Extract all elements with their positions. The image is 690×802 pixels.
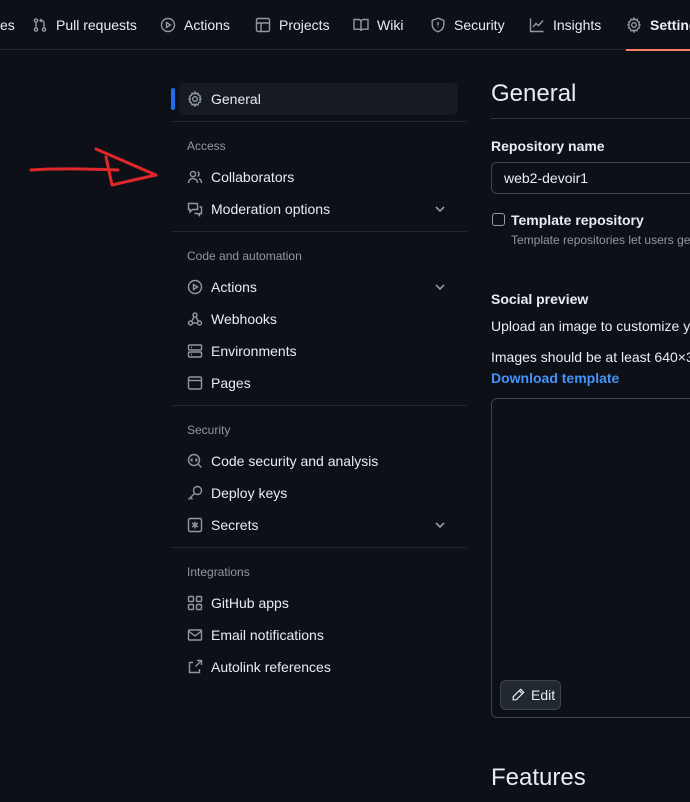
social-preview-label: Social preview: [491, 291, 589, 307]
sidebar-item-secrets[interactable]: Secrets: [179, 509, 458, 541]
page-title: General: [491, 80, 577, 107]
download-template-link[interactable]: Download template: [491, 370, 619, 386]
sidebar-item-environments[interactable]: Environments: [179, 335, 458, 367]
tab-label: Wiki: [377, 17, 404, 33]
sidebar-item-label: Deploy keys: [211, 485, 288, 501]
shield-icon: [431, 17, 445, 33]
git-pull-request-icon: [33, 18, 47, 32]
sidebar-item-label: Code security and analysis: [211, 453, 379, 469]
divider: [171, 121, 467, 122]
asterisk-icon: [187, 517, 203, 533]
tab-label: Actions: [184, 17, 230, 33]
group-title-access: Access: [187, 139, 226, 153]
sidebar-item-label: Collaborators: [211, 169, 295, 185]
sidebar-item-label: Pages: [211, 375, 251, 391]
sidebar-item-label: Autolink references: [211, 659, 331, 675]
sidebar-item-label: General: [211, 91, 261, 107]
tab-label: Projects: [279, 17, 330, 33]
template-repo-note: Template repositories let users gen: [511, 233, 690, 247]
edit-button[interactable]: Edit: [500, 680, 561, 710]
tab-truncated[interactable]: es: [0, 0, 15, 50]
sidebar-item-moderation[interactable]: Moderation options: [179, 193, 458, 225]
repo-name-input[interactable]: [491, 162, 690, 194]
group-title-integrations: Integrations: [187, 565, 250, 579]
sidebar-item-label: Webhooks: [211, 311, 277, 327]
sidebar-item-label: GitHub apps: [211, 595, 289, 611]
book-icon: [353, 18, 369, 32]
chevron-down-icon[interactable]: [434, 281, 446, 293]
comment-discussion-icon: [187, 202, 203, 217]
chevron-down-icon[interactable]: [434, 519, 446, 531]
key-icon: [188, 485, 203, 500]
codescan-icon: [187, 453, 202, 468]
divider: [491, 118, 690, 119]
repo-name-label: Repository name: [491, 138, 605, 154]
tab-wiki[interactable]: Wiki: [353, 0, 403, 50]
social-preview-box: Edit: [491, 398, 690, 718]
tab-actions[interactable]: Actions: [160, 0, 230, 50]
upload-text: Upload an image to customize yo: [491, 318, 690, 334]
sidebar-item-autolink[interactable]: Autolink references: [179, 651, 458, 683]
active-indicator: [171, 88, 175, 110]
sidebar-item-label: Environments: [211, 343, 297, 359]
server-icon: [187, 344, 203, 358]
webhook-icon: [187, 312, 203, 326]
gear-icon: [187, 91, 203, 107]
chevron-down-icon[interactable]: [434, 203, 446, 215]
apps-icon: [187, 595, 203, 611]
play-icon: [160, 17, 176, 33]
tab-pull-requests[interactable]: Pull requests: [32, 0, 137, 50]
template-repo-checkbox[interactable]: [492, 213, 505, 226]
browser-icon: [187, 376, 203, 390]
template-repo-label: Template repository: [511, 212, 644, 228]
mail-icon: [187, 629, 203, 641]
red-arrow-annotation: [29, 147, 158, 187]
size-text: Images should be at least 640×3: [491, 349, 690, 365]
tab-label: es: [0, 17, 15, 33]
edit-button-label: Edit: [531, 687, 556, 703]
sidebar-item-label: Moderation options: [211, 201, 331, 217]
sidebar-item-label: Actions: [211, 279, 257, 295]
features-title: Features: [491, 764, 586, 791]
sidebar-item-github-apps[interactable]: GitHub apps: [179, 587, 458, 619]
sidebar-item-collaborators[interactable]: Collaborators: [179, 161, 458, 193]
settings-main: General Repository name Template reposit…: [491, 0, 690, 802]
sidebar-item-deploy-keys[interactable]: Deploy keys: [179, 477, 458, 509]
tab-label: Pull requests: [56, 17, 137, 33]
sidebar-item-label: Secrets: [211, 517, 259, 533]
divider: [171, 405, 467, 406]
cross-reference-icon: [188, 659, 203, 674]
table-icon: [255, 17, 271, 33]
sidebar-item-code-security[interactable]: Code security and analysis: [179, 445, 458, 477]
sidebar-item-webhooks[interactable]: Webhooks: [179, 303, 458, 335]
sidebar-item-general[interactable]: General: [179, 83, 458, 115]
play-icon: [187, 279, 203, 295]
pencil-icon: [512, 688, 525, 701]
group-title-code-automation: Code and automation: [187, 249, 302, 263]
sidebar-item-actions[interactable]: Actions: [179, 271, 458, 303]
sidebar-item-pages[interactable]: Pages: [179, 367, 458, 399]
people-icon: [187, 170, 203, 184]
sidebar-item-email-notifications[interactable]: Email notifications: [179, 619, 458, 651]
group-title-security: Security: [187, 423, 231, 437]
tab-projects[interactable]: Projects: [255, 0, 330, 50]
divider: [171, 547, 467, 548]
sidebar-item-label: Email notifications: [211, 627, 324, 643]
divider: [171, 231, 467, 232]
